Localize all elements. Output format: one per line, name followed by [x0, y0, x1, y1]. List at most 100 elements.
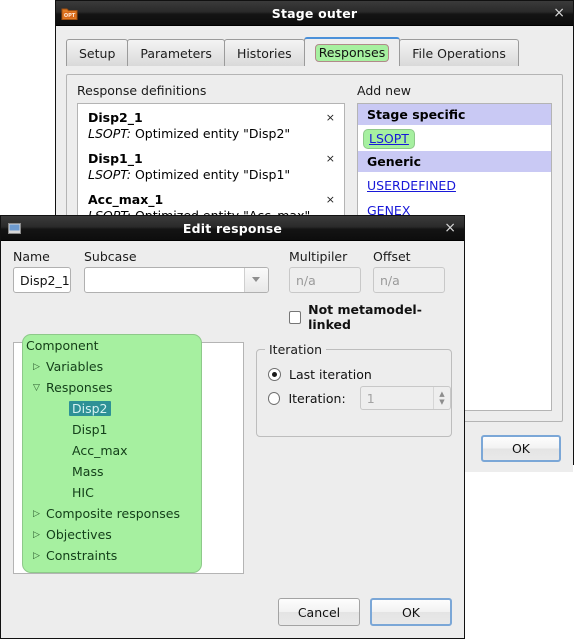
response-source: LSOPT: [88, 167, 131, 182]
tab-parameters[interactable]: Parameters [127, 39, 225, 66]
last-iteration-label: Last iteration [289, 366, 372, 382]
tree-item-label: Acc_max [72, 443, 128, 458]
tab-responses-label: Responses [314, 43, 390, 62]
chevron-right-icon[interactable] [33, 530, 46, 540]
iteration-radio[interactable] [268, 391, 281, 405]
ok-button[interactable]: OK [370, 598, 452, 626]
remove-icon[interactable]: × [326, 193, 335, 206]
chevron-right-icon[interactable] [33, 362, 46, 372]
tab-parameters-label: Parameters [140, 45, 212, 61]
screen: OPT Stage outer × Setup Parameters Histo… [0, 0, 574, 639]
last-iteration-row[interactable]: Last iteration [257, 362, 451, 386]
subcase-dropdown[interactable] [84, 267, 269, 293]
response-name: Acc_max_1 [88, 192, 164, 207]
close-icon[interactable]: × [444, 221, 456, 235]
offset-label: Offset [373, 249, 411, 264]
lsopt-link[interactable]: LSOPT [363, 129, 415, 149]
edit-response-titlebar[interactable]: Edit response × [1, 216, 464, 241]
tab-setup-label: Setup [79, 45, 116, 61]
component-tooltip-title: Component [26, 338, 99, 353]
multiplier-label: Multipiler [289, 249, 348, 264]
list-item[interactable]: Disp2_1 LSOPT: Optimized entity "Disp2" … [78, 104, 344, 145]
add-new-item-userdefined[interactable]: USERDEFINED [358, 172, 551, 197]
remove-icon[interactable]: × [326, 111, 335, 124]
name-label: Name [13, 249, 50, 264]
tree-item-label: Mass [72, 464, 104, 479]
edit-response-title: Edit response [182, 220, 283, 236]
iteration-label: Iteration: [288, 390, 346, 406]
stage-ok-button[interactable]: OK [481, 435, 561, 462]
svg-text:OPT: OPT [64, 13, 76, 19]
multiplier-input[interactable]: n/a [289, 267, 361, 293]
cancel-button[interactable]: Cancel [278, 598, 360, 626]
chevron-right-icon[interactable] [33, 551, 46, 561]
component-tooltip: Component Variables Responses Disp2 [22, 334, 202, 573]
tree-item-disp2[interactable]: Disp2 [23, 398, 201, 419]
tree-item-objectives[interactable]: Objectives [23, 524, 201, 545]
tree-item-label: Constraints [46, 548, 118, 563]
response-desc-text: Optimized entity "Disp1" [130, 167, 291, 182]
offset-input[interactable]: n/a [373, 267, 445, 293]
userdefined-link[interactable]: USERDEFINED [367, 178, 456, 193]
chevron-right-icon[interactable] [33, 509, 46, 519]
subcase-label: Subcase [84, 249, 137, 264]
multiplier-field-group: Multipiler n/a [289, 249, 361, 293]
tree-item-constraints[interactable]: Constraints [23, 545, 201, 566]
tree-item-label: Responses [46, 380, 113, 395]
response-name: Disp2_1 [88, 110, 143, 125]
tree-item-hic[interactable]: HIC [23, 482, 201, 503]
tree-item-label: Objectives [46, 527, 112, 542]
add-new-item-lsopt[interactable]: LSOPT [358, 125, 551, 151]
tree-item-label: HIC [72, 485, 94, 500]
edit-response-dialog: Edit response × Name Disp2_1 Subcase Mul… [0, 215, 465, 639]
tree-item-mass[interactable]: Mass [23, 461, 201, 482]
iteration-value: 1 [366, 390, 375, 406]
tree-item-acc-max[interactable]: Acc_max [23, 440, 201, 461]
remove-icon[interactable]: × [326, 152, 335, 165]
tab-file-operations[interactable]: File Operations [399, 39, 519, 66]
offset-field-group: Offset n/a [373, 249, 445, 293]
name-input[interactable]: Disp2_1 [13, 267, 71, 293]
tree-item-label: Variables [46, 359, 104, 374]
opt-folder-icon: OPT [61, 5, 78, 22]
name-field-group: Name Disp2_1 [13, 249, 71, 293]
stepper-arrows-icon[interactable]: ▲ ▼ [433, 387, 450, 409]
metamodel-checkbox-row[interactable]: Not metamodel-linked [289, 302, 452, 332]
tab-responses[interactable]: Responses [303, 37, 401, 66]
edit-mid-area: Component Variables Responses Disp2 [1, 332, 464, 574]
response-name: Disp1_1 [88, 151, 143, 166]
stage-ok-row: OK [481, 435, 561, 462]
tab-setup[interactable]: Setup [66, 39, 129, 66]
stage-outer-title: Stage outer [271, 5, 358, 21]
edit-dialog-buttons: Cancel OK [278, 598, 452, 626]
close-icon[interactable]: × [553, 6, 565, 20]
iteration-number-row[interactable]: Iteration: 1 ▲ ▼ [257, 386, 451, 410]
component-tree[interactable]: Component Variables Responses Disp2 [13, 334, 244, 574]
add-new-label: Add new [357, 83, 412, 98]
tab-histories[interactable]: Histories [223, 39, 305, 66]
iteration-groupbox: Iteration Last iteration Iteration: 1 ▲ ▼ [256, 342, 452, 437]
tree-item-composite-responses[interactable]: Composite responses [23, 503, 201, 524]
edit-fields-row: Name Disp2_1 Subcase Multipiler n/a Offs… [1, 241, 464, 332]
edit-response-body: Name Disp2_1 Subcase Multipiler n/a Offs… [1, 241, 464, 638]
stage-tabbar: Setup Parameters Histories Responses Fil… [66, 34, 573, 66]
group-header-stage-specific: Stage specific [358, 104, 551, 125]
list-item[interactable]: Disp1_1 LSOPT: Optimized entity "Disp1" … [78, 145, 344, 186]
response-source: LSOPT: [88, 126, 131, 141]
tree-item-disp1[interactable]: Disp1 [23, 419, 201, 440]
subcase-field-group: Subcase [84, 249, 269, 293]
iteration-stepper[interactable]: 1 ▲ ▼ [359, 386, 451, 410]
tab-file-operations-label: File Operations [412, 45, 506, 61]
chevron-down-icon[interactable] [33, 383, 46, 393]
not-metamodel-linked-checkbox[interactable] [289, 310, 302, 324]
stage-outer-titlebar[interactable]: OPT Stage outer × [56, 1, 573, 26]
last-iteration-radio[interactable] [268, 367, 281, 381]
tree-item-responses[interactable]: Responses [23, 377, 201, 398]
tree-item-label: Composite responses [46, 506, 180, 521]
chevron-down-icon[interactable] [244, 268, 268, 292]
tree-item-variables[interactable]: Variables [23, 356, 201, 377]
tab-histories-label: Histories [236, 45, 292, 61]
group-header-generic: Generic [358, 151, 551, 172]
response-description: LSOPT: Optimized entity "Disp1" [88, 167, 336, 182]
tree-item-label: Disp1 [72, 422, 108, 437]
